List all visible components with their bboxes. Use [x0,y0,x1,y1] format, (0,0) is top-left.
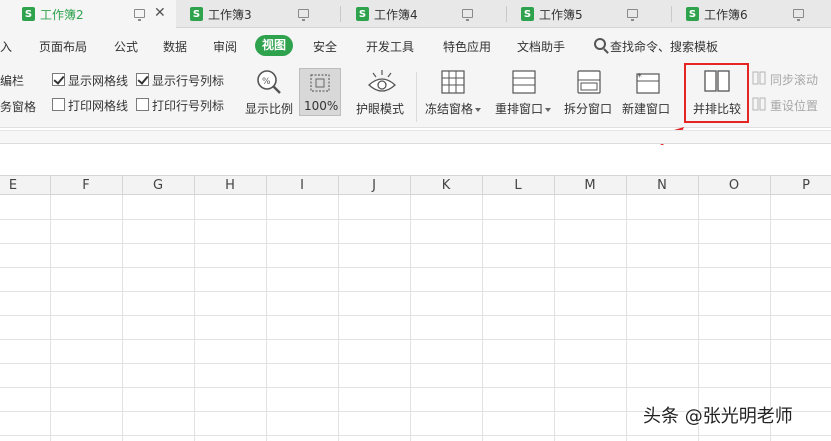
menu-doc-assistant[interactable]: 文档助手 [517,38,565,55]
column-header-l[interactable]: L [482,178,554,193]
menu-special-apps[interactable]: 特色应用 [443,38,491,55]
wps-sheet-icon: S [22,7,35,21]
column-header-h[interactable]: H [194,178,266,193]
tab-divider [340,6,341,22]
task-pane-toggle[interactable]: 务窗格 [0,98,36,115]
workbook-tab-bar: S 工作簿2 ✕ S 工作簿3 S 工作簿4 S 工作簿5 S 工作簿6 [0,0,831,28]
show-gridlines-label: 显示网格线 [68,74,129,88]
search-command-input[interactable]: 查找命令、搜索模板 [610,38,718,55]
tab-workbook-5[interactable]: S 工作簿5 [511,0,671,28]
svg-text:%: % [262,77,271,87]
print-gridlines-checkbox[interactable] [52,98,65,111]
tab-title: 工作簿6 [704,7,748,22]
eye-protection-button[interactable]: 护眼模式 [356,100,404,117]
menu-data[interactable]: 数据 [163,38,187,55]
arrange-windows-label: 重排窗口 [495,102,544,116]
close-icon[interactable]: ✕ [154,5,166,21]
watermark: 头条 @张光明老师 [643,406,793,427]
spreadsheet-app: S 工作簿2 ✕ S 工作簿3 S 工作簿4 S 工作簿5 S 工作簿6 入 页… [0,0,831,441]
split-window-button[interactable]: 拆分窗口 [564,100,612,117]
window-icon[interactable] [462,9,473,21]
menu-page-layout[interactable]: 页面布局 [39,38,87,55]
sync-scroll-icon [752,71,766,85]
print-gridlines-label: 打印网格线 [68,99,129,113]
column-header-j[interactable]: J [338,178,410,193]
column-header-row: E F G H I J K L M N O P [0,175,831,196]
column-header-f[interactable]: F [50,178,122,193]
freeze-panes-icon[interactable] [441,70,465,94]
dropdown-arrow-icon [475,107,482,112]
tab-title: 工作簿2 [40,7,84,22]
wps-sheet-icon: S [521,7,534,21]
sync-scroll-button[interactable]: 同步滚动 [770,71,818,88]
print-row-col-headers-checkbox[interactable] [136,98,149,111]
column-header-i[interactable]: I [266,178,338,193]
freeze-panes-button[interactable]: 冻结窗格 [425,100,482,117]
freeze-panes-label: 冻结窗格 [425,102,474,116]
zoom-button[interactable]: 显示比例 [245,100,293,117]
zoom-icon[interactable]: % [256,69,282,95]
zoom-value: 100% [304,99,339,113]
zoom-100-button[interactable]: 100% [299,68,341,116]
wps-sheet-icon: S [686,7,699,21]
menu-developer[interactable]: 开发工具 [366,38,414,55]
arrange-windows-icon[interactable] [512,70,536,94]
tab-workbook-6[interactable]: S 工作簿6 [676,0,831,28]
tab-title: 工作簿3 [208,7,252,22]
window-icon[interactable] [793,9,804,21]
window-icon[interactable] [134,9,145,21]
formula-gap [0,145,831,175]
menu-formulas[interactable]: 公式 [114,38,138,55]
menu-review[interactable]: 审阅 [213,38,237,55]
tab-workbook-3[interactable]: S 工作簿3 [180,0,340,28]
column-header-e[interactable]: E [0,178,49,193]
tab-divider [671,6,672,22]
column-header-k[interactable]: K [410,178,482,193]
ribbon-menu-bar: 入 页面布局 公式 数据 审阅 视图 安全 开发工具 特色应用 文档助手 查找命… [0,28,831,64]
tab-divider [506,6,507,22]
dropdown-arrow-icon [545,107,552,112]
column-header-m[interactable]: M [554,178,626,193]
new-window-icon[interactable]: * [636,70,660,94]
new-window-button[interactable]: 新建窗口 [622,100,670,117]
highlight-box [684,63,749,123]
column-header-g[interactable]: G [122,178,194,193]
arrange-windows-button[interactable]: 重排窗口 [495,100,552,117]
tab-title: 工作簿5 [539,7,583,22]
show-row-col-headers-checkbox[interactable] [136,73,149,86]
wps-sheet-icon: S [190,7,203,21]
show-row-col-headers-label: 显示行号列标 [152,74,225,88]
tab-workbook-4[interactable]: S 工作簿4 [346,0,506,28]
edit-bar-toggle[interactable]: 编栏 [0,72,24,89]
window-icon[interactable] [298,9,309,21]
eye-protection-icon[interactable] [367,68,397,96]
column-header-p[interactable]: P [770,178,831,193]
fit-screen-icon [310,74,330,92]
window-icon[interactable] [627,9,638,21]
column-header-n[interactable]: N [626,178,698,193]
tab-workbook-2[interactable]: S 工作簿2 ✕ [0,0,176,28]
menu-view[interactable]: 视图 [255,35,294,56]
menu-security[interactable]: 安全 [313,38,337,55]
reset-position-button[interactable]: 重设位置 [770,97,818,114]
split-window-icon[interactable] [577,70,601,94]
reset-position-icon [752,97,766,111]
show-gridlines-checkbox[interactable] [52,73,65,86]
formula-bar[interactable] [0,130,831,144]
print-row-col-headers-label: 打印行号列标 [152,99,225,113]
column-header-o[interactable]: O [698,178,770,193]
tab-title: 工作簿4 [374,7,418,22]
search-icon[interactable] [594,38,606,50]
menu-insert[interactable]: 入 [0,38,12,55]
wps-sheet-icon: S [356,7,369,21]
ribbon-divider [416,72,417,122]
